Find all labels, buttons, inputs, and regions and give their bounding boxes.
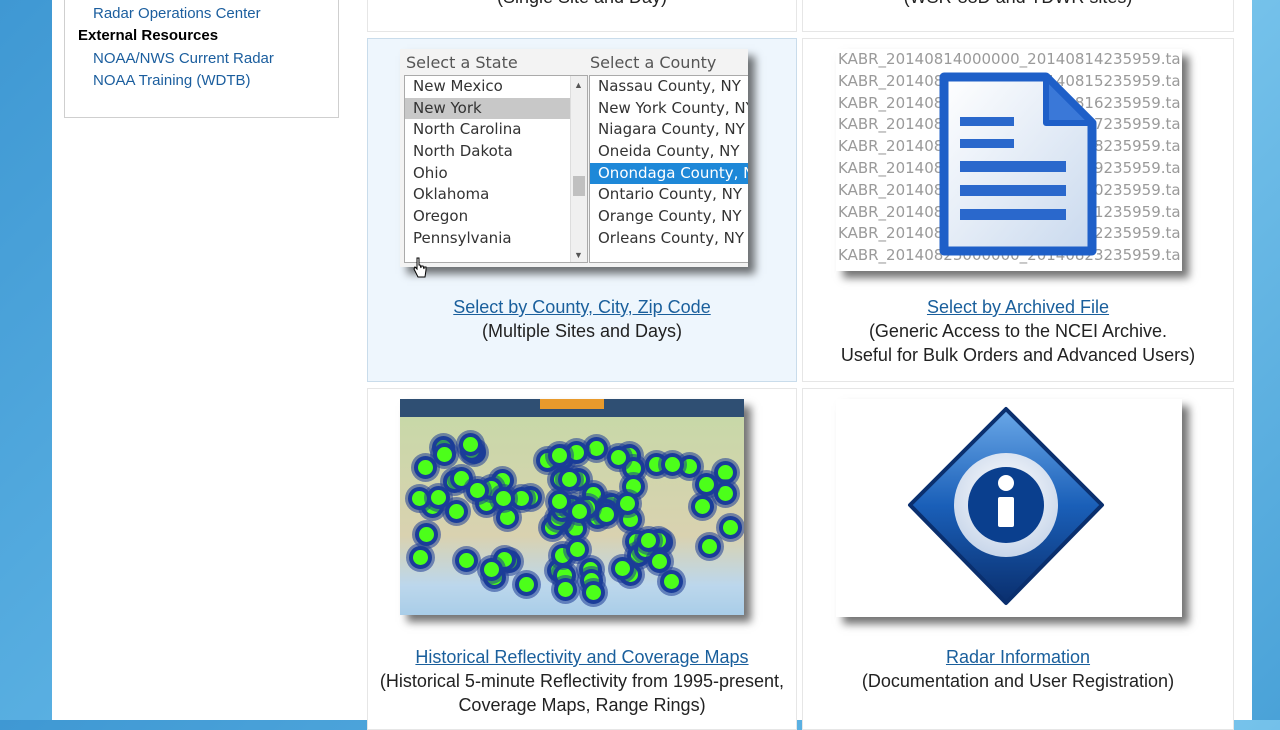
- state-option[interactable]: North Carolina: [405, 119, 587, 141]
- radar-site-marker: [636, 528, 660, 552]
- state-option[interactable]: New Mexico: [405, 76, 587, 98]
- county-list[interactable]: Nassau County, NY New York County, NY Niag…: [589, 75, 748, 263]
- state-option[interactable]: Oklahoma: [405, 184, 587, 206]
- archive-file-name: KABR_20140814000000_20140814235959.tar.g…: [838, 50, 1182, 68]
- historical-maps-caption-line2: Coverage Maps, Range Rings): [458, 695, 706, 715]
- county-option[interactable]: Niagara County, NY: [590, 119, 748, 141]
- radar-site-marker: [553, 578, 577, 602]
- radar-site-marker: [415, 523, 439, 547]
- state-list-title: Select a State: [406, 53, 518, 72]
- page-content: Radar Operations Center External Resourc…: [52, 0, 1252, 730]
- radar-site-marker: [660, 453, 684, 477]
- radar-information-image[interactable]: [836, 399, 1182, 617]
- historical-maps-caption-line1: (Historical 5-minute Reflectivity from 1…: [379, 671, 785, 691]
- state-option[interactable]: Pennsylvania: [405, 228, 587, 250]
- county-option[interactable]: Orange County, NY: [590, 206, 748, 228]
- state-option[interactable]: New York: [405, 97, 587, 120]
- state-option[interactable]: North Dakota: [405, 141, 587, 163]
- radar-site-marker: [514, 572, 538, 596]
- card-radar-sites: (WSR-88D and TDWR sites): [802, 0, 1234, 32]
- archived-file-caption-line2: Useful for Bulk Orders and Advanced User…: [840, 345, 1196, 365]
- radar-site-marker: [647, 550, 671, 574]
- radar-site-marker: [581, 581, 605, 605]
- state-option[interactable]: Ohio: [405, 163, 587, 185]
- sidebar-heading-external-resources: External Resources: [78, 27, 219, 44]
- radar-site-marker: [455, 548, 479, 572]
- hand-cursor-icon: [412, 257, 428, 281]
- document-icon: [936, 69, 1101, 264]
- historical-maps-link[interactable]: Historical Reflectivity and Coverage Map…: [368, 647, 796, 668]
- radar-site-marker: [719, 516, 743, 540]
- radar-site-marker: [458, 433, 482, 457]
- radar-site-marker: [547, 444, 571, 468]
- select-by-county-link[interactable]: Select by County, City, Zip Code: [368, 297, 796, 318]
- county-option[interactable]: New York County, NY: [590, 98, 748, 120]
- radar-information-caption: (Documentation and User Registration): [861, 671, 1175, 691]
- card-radar-information[interactable]: Radar Information (Documentation and Use…: [802, 388, 1234, 730]
- card-single-site-caption: (Single Site and Day): [368, 0, 796, 8]
- radar-site-marker: [480, 557, 503, 581]
- radar-site-marker: [691, 495, 715, 519]
- radar-site-marker: [567, 499, 591, 523]
- county-option[interactable]: Onondaga County, NY: [590, 162, 748, 185]
- card-historical-maps[interactable]: Historical Reflectivity and Coverage Map…: [367, 388, 797, 730]
- radar-site-marker: [616, 491, 640, 515]
- sidebar-panel: Radar Operations Center External Resourc…: [64, 0, 339, 118]
- radar-site-marker: [694, 472, 718, 496]
- state-county-picker-image[interactable]: Select a State Select a County New Mexic…: [400, 49, 748, 267]
- card-select-by-archived-file[interactable]: KABR_20140814000000_20140814235959.tar.g…: [802, 38, 1234, 382]
- state-list[interactable]: New Mexico New York North Carolina North Da…: [404, 75, 588, 263]
- info-icon: [906, 405, 1106, 614]
- radar-site-marker: [432, 443, 456, 467]
- county-option[interactable]: Orleans County, NY: [590, 228, 748, 250]
- county-list-title: Select a County: [590, 53, 717, 72]
- radar-site-marker: [557, 468, 581, 492]
- sidebar-link-radar-operations-center[interactable]: Radar Operations Center: [93, 5, 261, 22]
- select-by-county-caption: (Multiple Sites and Days): [481, 321, 683, 341]
- county-option[interactable]: Nassau County, NY: [590, 76, 748, 98]
- county-option[interactable]: Ontario County, NY: [590, 184, 748, 206]
- sidebar-link-noaa-nws-current-radar[interactable]: NOAA/NWS Current Radar: [93, 50, 274, 67]
- state-option[interactable]: Oregon: [405, 206, 587, 228]
- scroll-down-arrow-icon[interactable]: ▼: [574, 250, 583, 260]
- archived-file-caption-line1: (Generic Access to the NCEI Archive.: [868, 321, 1168, 341]
- scrollbar-thumb[interactable]: [573, 176, 585, 196]
- sidebar-link-noaa-training[interactable]: NOAA Training (WDTB): [93, 72, 251, 89]
- county-option[interactable]: Oneida County, NY: [590, 141, 748, 163]
- radar-site-marker: [659, 570, 683, 594]
- radar-information-link[interactable]: Radar Information: [803, 647, 1233, 668]
- card-single-site: (Single Site and Day): [367, 0, 797, 32]
- radar-site-marker: [426, 486, 450, 510]
- radar-site-marker: [496, 506, 520, 530]
- radar-site-marker: [547, 489, 571, 513]
- radar-site-marker: [606, 445, 630, 469]
- state-list-scrollbar[interactable]: ▲ ▼: [570, 76, 587, 262]
- reflectivity-coverage-map-image[interactable]: [400, 399, 744, 615]
- radar-site-marker: [610, 557, 634, 581]
- radar-site-marker: [697, 534, 721, 558]
- card-radar-sites-caption: (WSR-88D and TDWR sites): [803, 0, 1233, 8]
- radar-site-marker: [584, 436, 608, 460]
- card-select-by-county[interactable]: Select a State Select a County New Mexic…: [367, 38, 797, 382]
- select-by-archived-file-link[interactable]: Select by Archived File: [803, 297, 1233, 318]
- scroll-up-arrow-icon[interactable]: ▲: [574, 80, 583, 90]
- radar-site-marker: [465, 478, 489, 502]
- radar-site-marker: [408, 546, 432, 570]
- archived-files-image[interactable]: KABR_20140814000000_20140814235959.tar.g…: [836, 49, 1182, 271]
